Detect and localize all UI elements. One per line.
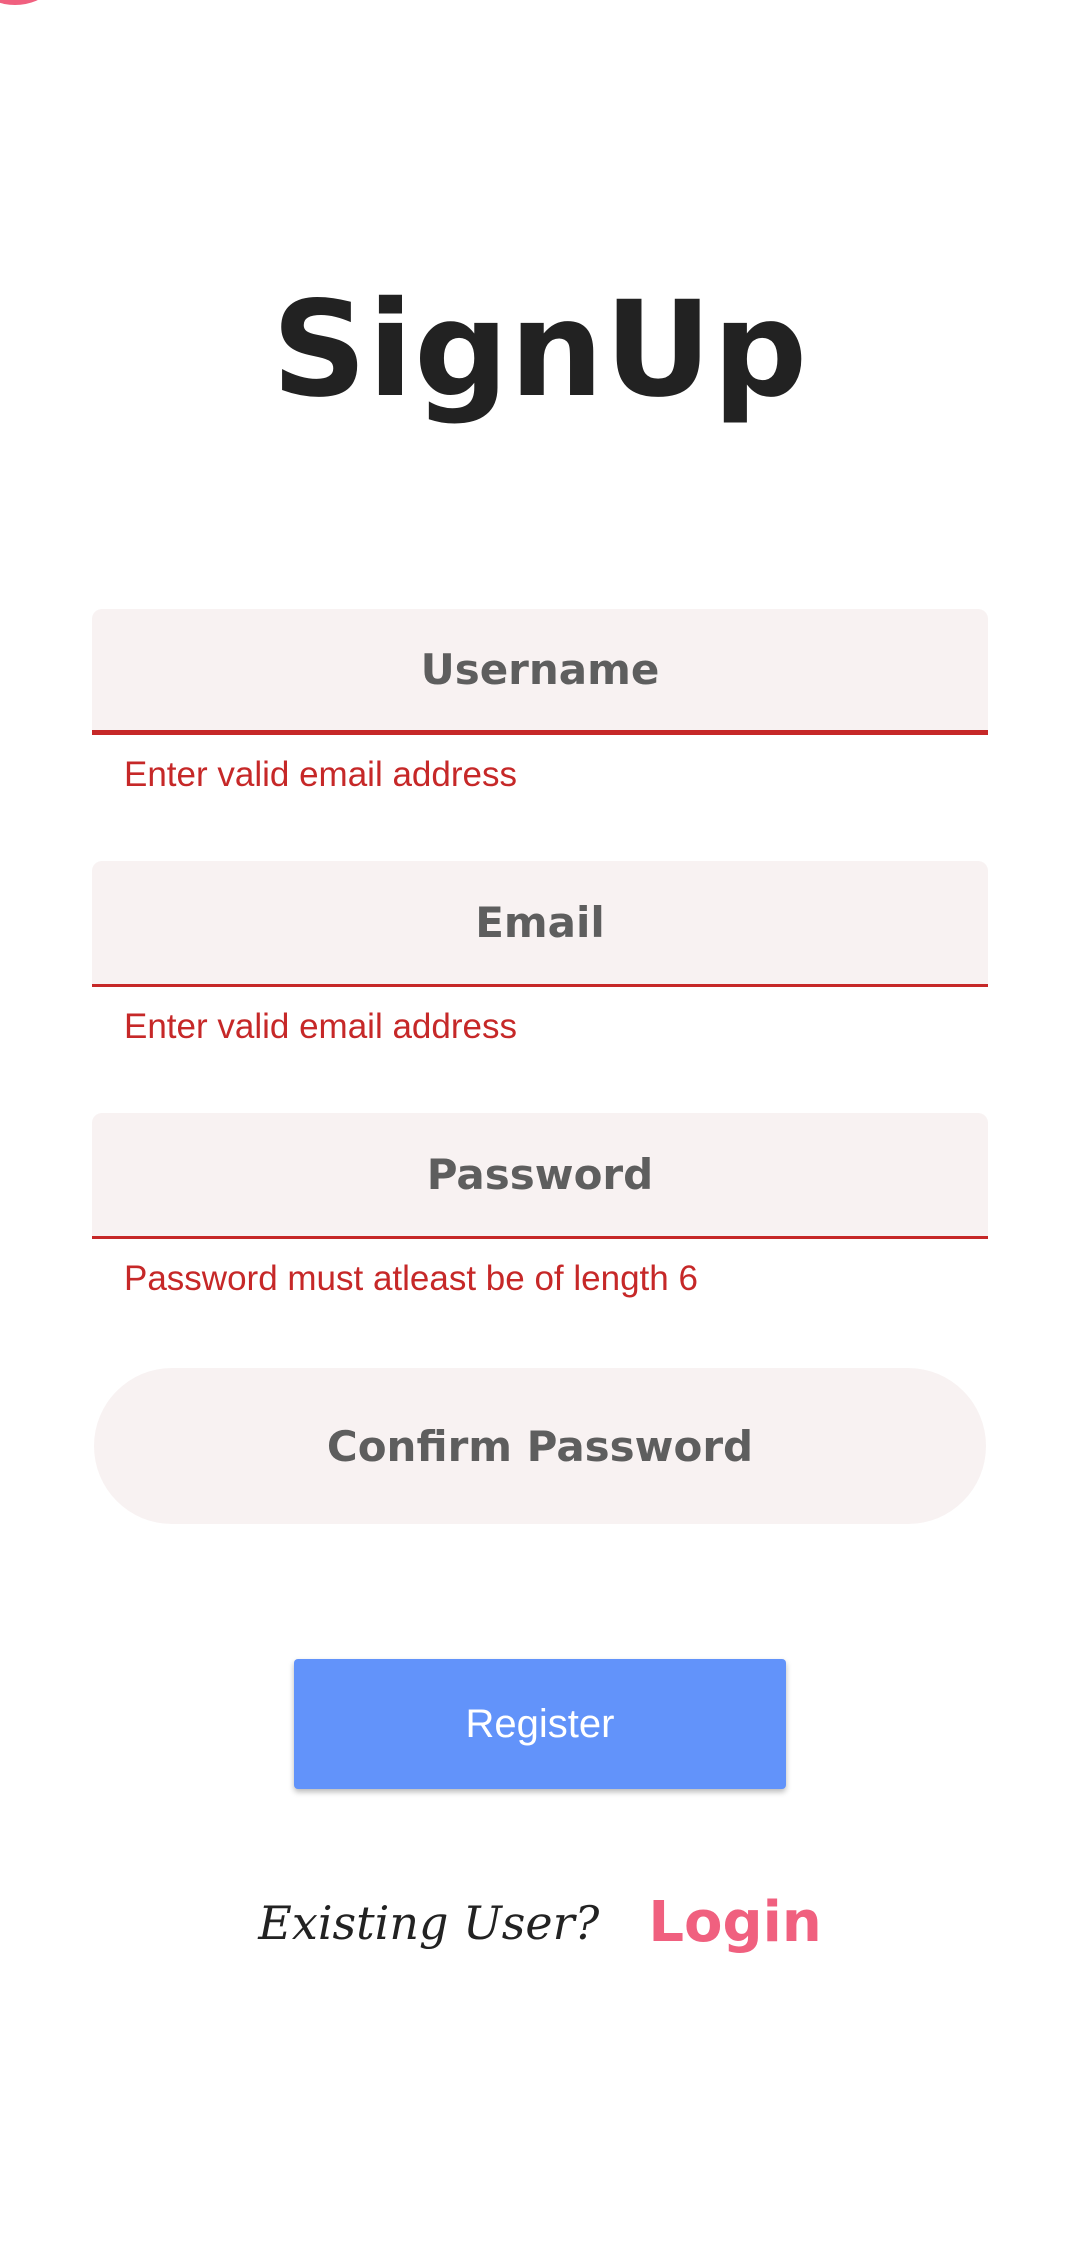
password-error: Password must atleast be of length 6 <box>124 1259 698 1298</box>
email-input[interactable] <box>92 861 988 984</box>
login-link[interactable]: Login <box>648 1890 821 1955</box>
email-error: Enter valid email address <box>124 1007 517 1046</box>
username-error: Enter valid email address <box>124 755 517 794</box>
email-field[interactable] <box>92 861 988 987</box>
register-button[interactable]: Register <box>294 1659 786 1789</box>
confirm-password-field[interactable] <box>94 1368 986 1524</box>
username-input[interactable] <box>92 609 988 730</box>
password-input[interactable] <box>92 1113 988 1236</box>
login-prompt-row: Existing User? Login <box>0 1890 1080 1980</box>
password-field[interactable] <box>92 1113 988 1239</box>
confirm-password-input[interactable] <box>94 1368 986 1524</box>
page-title: SignUp <box>271 273 809 427</box>
existing-user-text: Existing User? <box>258 1895 600 1950</box>
decorative-corner-shape <box>0 0 70 5</box>
username-field[interactable] <box>92 609 988 735</box>
